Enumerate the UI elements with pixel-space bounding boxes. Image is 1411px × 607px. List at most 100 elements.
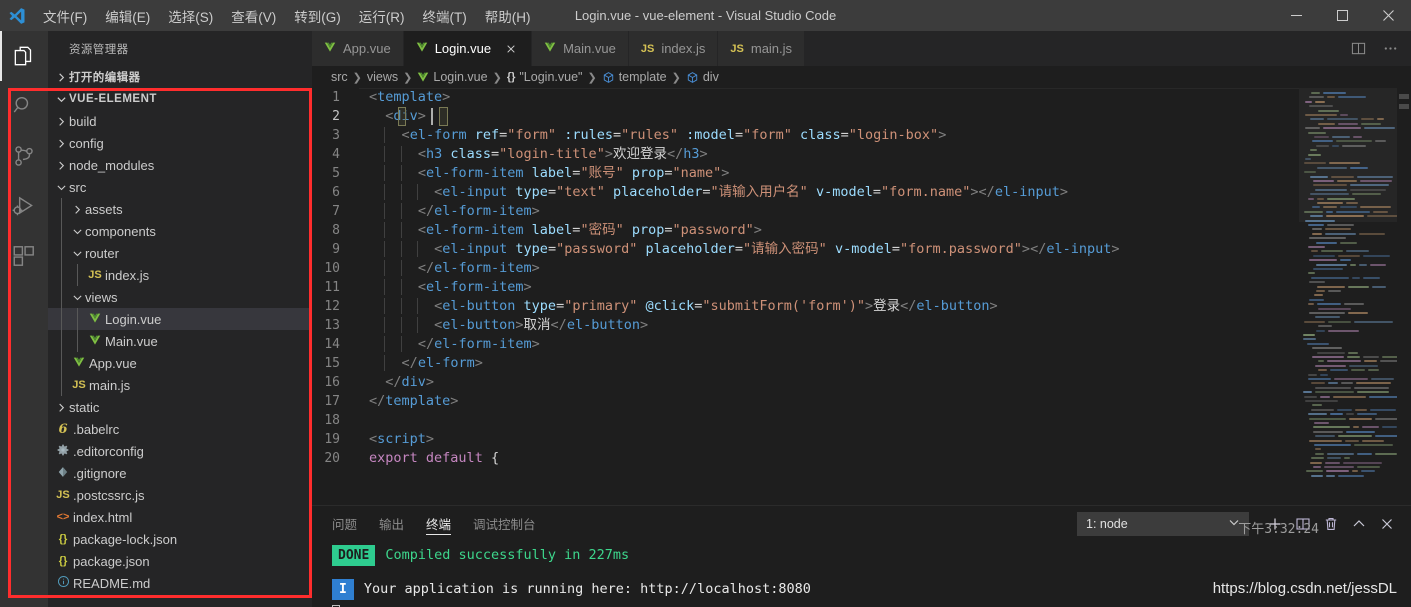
minimap-line bbox=[1357, 452, 1372, 455]
editor-tab-login-vue[interactable]: Login.vue bbox=[403, 31, 533, 66]
json-file-icon: {} bbox=[58, 555, 68, 567]
tree-file-package-json[interactable]: {} package.json bbox=[48, 550, 312, 572]
menu-terminal[interactable]: 终端(T) bbox=[414, 0, 476, 31]
indent-guide bbox=[77, 264, 78, 286]
split-editor-button[interactable] bbox=[1349, 40, 1367, 58]
tree-file-main-js[interactable]: JS main.js bbox=[48, 374, 312, 396]
editor-tab-main-vue[interactable]: Main.vue bbox=[532, 31, 629, 66]
minimap-line bbox=[1344, 303, 1364, 306]
ellipsis-icon bbox=[1384, 47, 1396, 50]
activity-search[interactable] bbox=[0, 81, 48, 131]
tree-file-readme-md[interactable]: README.md bbox=[48, 572, 312, 594]
code-line: 6 <el-input type="text" placeholder="请输入… bbox=[312, 183, 1411, 202]
minimap-line bbox=[1368, 369, 1379, 372]
activity-run-debug[interactable] bbox=[0, 181, 48, 231]
code-editor[interactable]: 1 <template> 2 <div> 3 <el-form ref="form" … bbox=[312, 88, 1411, 485]
chevron-right-icon: ❯ bbox=[587, 71, 597, 84]
minimap-line bbox=[1305, 100, 1312, 103]
code-line: 20 export default { bbox=[312, 449, 1411, 468]
kill-terminal-button[interactable] bbox=[1317, 510, 1345, 538]
code-line: 16 </div> bbox=[312, 373, 1411, 392]
tree-folder-node-modules[interactable]: node_modules bbox=[48, 154, 312, 176]
close-panel-button[interactable] bbox=[1373, 510, 1401, 538]
menu-help[interactable]: 帮助(H) bbox=[476, 0, 540, 31]
panel-tab-output[interactable]: 输出 bbox=[379, 506, 404, 541]
tree-folder-src[interactable]: src bbox=[48, 176, 312, 198]
minimap-line bbox=[1363, 276, 1380, 279]
maximize-panel-button[interactable] bbox=[1345, 510, 1373, 538]
editor-tab-main-js[interactable]: JS main.js bbox=[718, 31, 806, 66]
tree-folder-router[interactable]: router bbox=[48, 242, 312, 264]
activity-explorer[interactable] bbox=[0, 31, 48, 81]
braces-icon: {} bbox=[506, 71, 516, 83]
tab-close-icon[interactable] bbox=[503, 41, 519, 57]
indent-guide bbox=[61, 220, 62, 242]
menu-selection[interactable]: 选择(S) bbox=[159, 0, 222, 31]
info-message: Your application is running here: http:/… bbox=[363, 580, 811, 597]
activity-extensions[interactable] bbox=[0, 231, 48, 281]
minimap-line bbox=[1311, 276, 1349, 279]
tree-folder-assets[interactable]: assets bbox=[48, 198, 312, 220]
close-button[interactable] bbox=[1365, 0, 1411, 31]
project-root-section[interactable]: VUE-ELEMENT bbox=[48, 88, 312, 110]
minimap[interactable] bbox=[1299, 88, 1411, 485]
breadcrumb-item[interactable]: template bbox=[602, 70, 667, 84]
editor-scrollbar[interactable] bbox=[1397, 88, 1411, 485]
tree-file-app-vue[interactable]: App.vue bbox=[48, 352, 312, 374]
tree-file--postcssrc-js[interactable]: JS .postcssrc.js bbox=[48, 484, 312, 506]
editor-tab-index-js[interactable]: JS index.js bbox=[628, 31, 719, 66]
run-debug-icon bbox=[12, 196, 33, 216]
breadcrumb-label: views bbox=[366, 70, 399, 84]
maximize-button[interactable] bbox=[1319, 0, 1365, 31]
tree-folder-components[interactable]: components bbox=[48, 220, 312, 242]
tree-file--gitignore[interactable]: .gitignore bbox=[48, 462, 312, 484]
tree-file-package-lock-json[interactable]: {} package-lock.json bbox=[48, 528, 312, 550]
tree-file-index-html[interactable]: <> index.html bbox=[48, 506, 312, 528]
open-editors-section[interactable]: 打开的编辑器 bbox=[48, 66, 312, 88]
terminal-selector[interactable]: 1: node bbox=[1077, 511, 1249, 536]
more-actions-button[interactable] bbox=[1381, 40, 1399, 58]
tree-file-index-js[interactable]: JS index.js bbox=[48, 264, 312, 286]
tree-folder-build[interactable]: build bbox=[48, 110, 312, 132]
panel-tab-terminal[interactable]: 终端 bbox=[426, 506, 452, 541]
menu-view[interactable]: 查看(V) bbox=[222, 0, 285, 31]
minimap-line bbox=[1313, 254, 1335, 257]
menu-go[interactable]: 转到(G) bbox=[285, 0, 350, 31]
indent-guide bbox=[61, 198, 62, 220]
chevron-right-icon bbox=[69, 204, 85, 215]
menu-edit[interactable]: 编辑(E) bbox=[96, 0, 159, 31]
minimap-line bbox=[1314, 294, 1323, 297]
tree-folder-views[interactable]: views bbox=[48, 286, 312, 308]
editor-selection-box bbox=[398, 107, 406, 126]
breadcrumb-item[interactable]: Login.vue bbox=[417, 70, 488, 84]
minimap-line bbox=[1362, 426, 1379, 429]
tree-folder-config[interactable]: config bbox=[48, 132, 312, 154]
panel-tab-problems[interactable]: 问题 bbox=[332, 506, 357, 541]
tree-folder-static[interactable]: static bbox=[48, 396, 312, 418]
tree-file--editorconfig[interactable]: .editorconfig bbox=[48, 440, 312, 462]
code-line-text: <el-form ref="form" :rules="rules" :mode… bbox=[359, 126, 946, 145]
minimap-line bbox=[1315, 391, 1354, 394]
menu-run[interactable]: 运行(R) bbox=[350, 0, 414, 31]
tree-file-main-vue[interactable]: Main.vue bbox=[48, 330, 312, 352]
minimap-line bbox=[1313, 268, 1343, 270]
tree-file-login-vue[interactable]: Login.vue bbox=[48, 308, 312, 330]
minimize-button[interactable] bbox=[1273, 0, 1319, 31]
minimap-line bbox=[1309, 105, 1333, 108]
vue-file-icon bbox=[416, 41, 428, 56]
breadcrumb-item[interactable]: src bbox=[331, 70, 348, 84]
editor-tab-app-vue[interactable]: App.vue bbox=[312, 31, 404, 66]
tree-file--babelrc[interactable]: 6 .babelrc bbox=[48, 418, 312, 440]
terminal-output[interactable]: DONE Compiled successfully in 227ms I Yo… bbox=[332, 544, 1411, 607]
breadcrumb-item[interactable]: div bbox=[686, 70, 719, 84]
minimap-line bbox=[1371, 378, 1394, 380]
menu-file[interactable]: 文件(F) bbox=[34, 0, 96, 31]
breadcrumb-item[interactable]: {} "Login.vue" bbox=[507, 70, 583, 84]
breadcrumb-item[interactable]: views bbox=[367, 70, 398, 84]
code-line-text: export default { bbox=[369, 450, 500, 466]
minimap-line bbox=[1315, 452, 1324, 455]
activity-source-control[interactable] bbox=[0, 131, 48, 181]
minimap-line bbox=[1350, 188, 1386, 191]
tree-item-label: index.js bbox=[105, 267, 150, 283]
panel-tab-debug-console[interactable]: 调试控制台 bbox=[473, 506, 536, 541]
